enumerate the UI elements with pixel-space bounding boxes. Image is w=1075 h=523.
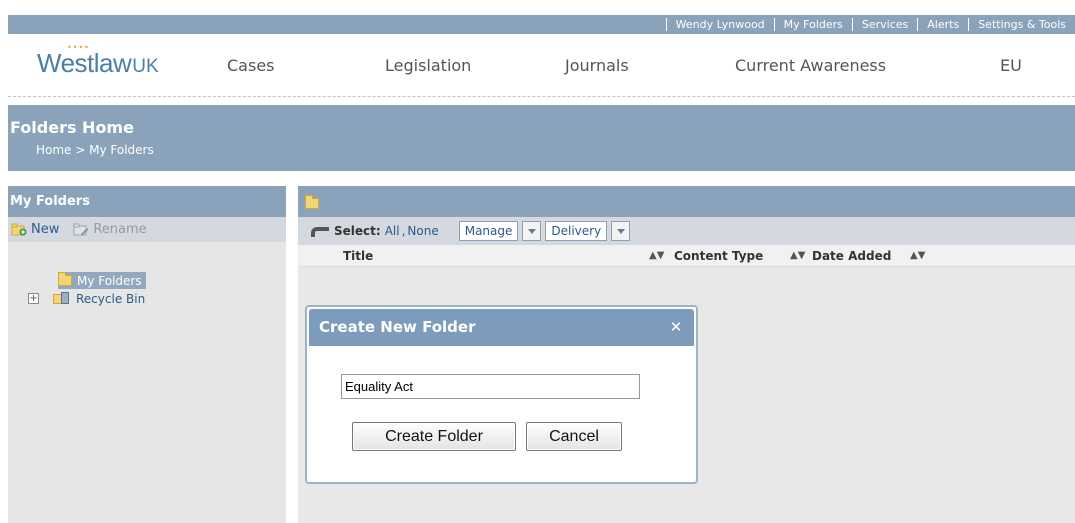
header: •••• Westlaw UK Cases Legislation Journa…: [8, 34, 1075, 97]
nav-journals[interactable]: Journals: [565, 34, 629, 97]
utility-link-settings[interactable]: Settings & Tools: [968, 18, 1075, 31]
select-label: Select:: [334, 224, 381, 238]
logo-suffix: UK: [132, 56, 159, 77]
column-title[interactable]: Title: [343, 245, 373, 267]
folder-name-input[interactable]: [341, 374, 640, 399]
column-date-added[interactable]: Date Added: [812, 245, 891, 267]
rename-label: Rename: [93, 222, 147, 237]
select-all-link[interactable]: All: [385, 224, 400, 238]
sidebar-toolbar: New Rename: [8, 217, 286, 242]
utility-link-my-folders[interactable]: My Folders: [773, 18, 852, 31]
rename-folder-icon: [73, 223, 89, 236]
sort-icon[interactable]: ▲▼: [790, 245, 805, 267]
tree-item-label: Recycle Bin: [76, 291, 146, 306]
chevron-down-icon[interactable]: [522, 221, 542, 241]
contents-header: [298, 186, 1075, 217]
chevron-down-icon[interactable]: [611, 221, 631, 241]
logo-dots: ••••: [67, 43, 90, 52]
new-folder-icon: [11, 223, 27, 236]
utility-link-alerts[interactable]: Alerts: [917, 18, 968, 31]
folder-icon: [58, 272, 72, 286]
sort-icon[interactable]: ▲▼: [649, 245, 664, 267]
new-folder-button[interactable]: New: [11, 222, 59, 237]
create-folder-button[interactable]: Create Folder: [352, 422, 516, 451]
selection-toolbar: Select: All , None Manage Delivery: [298, 217, 1075, 245]
page-title: Folders Home: [10, 118, 134, 137]
dialog-title: Create New Folder: [319, 318, 476, 336]
folder-icon: [305, 195, 319, 209]
manage-label[interactable]: Manage: [458, 221, 519, 241]
page-title-band: Folders Home Home > My Folders: [8, 105, 1075, 171]
nav-current-awareness[interactable]: Current Awareness: [735, 34, 886, 97]
expand-icon[interactable]: +: [28, 293, 39, 304]
breadcrumb[interactable]: Home > My Folders: [36, 143, 154, 157]
rename-folder-button[interactable]: Rename: [73, 222, 147, 237]
nav-eu[interactable]: EU: [1000, 34, 1022, 97]
new-label: New: [31, 222, 60, 237]
nav-cases[interactable]: Cases: [227, 34, 275, 97]
utility-link-services[interactable]: Services: [851, 18, 917, 31]
select-none-link[interactable]: None: [407, 224, 438, 238]
create-folder-dialog: Create New Folder ✕ Create Folder Cancel: [305, 305, 698, 484]
tree-item-recycle-bin[interactable]: + Recycle Bin: [28, 290, 145, 307]
logo-word: Westlaw: [37, 48, 132, 78]
folders-sidebar: My Folders New Rename My Folders + Recyc…: [8, 186, 286, 523]
close-icon[interactable]: ✕: [668, 319, 684, 335]
column-content-type[interactable]: Content Type: [674, 245, 763, 267]
nav-legislation[interactable]: Legislation: [385, 34, 471, 97]
utility-links: Wendy Lynwood My Folders Services Alerts…: [665, 15, 1075, 34]
sidebar-title: My Folders: [8, 186, 286, 217]
delivery-dropdown[interactable]: Delivery: [545, 221, 631, 241]
utility-link-user[interactable]: Wendy Lynwood: [665, 18, 774, 31]
manage-dropdown[interactable]: Manage: [458, 221, 542, 241]
tree-item-my-folders[interactable]: My Folders: [58, 272, 146, 289]
cancel-button[interactable]: Cancel: [526, 422, 622, 451]
utility-bar: Wendy Lynwood My Folders Services Alerts…: [8, 15, 1075, 34]
select-separator: ,: [401, 224, 406, 238]
recycle-bin-icon: [53, 292, 71, 305]
sort-icon[interactable]: ▲▼: [910, 245, 925, 267]
column-headers: Title ▲▼ Content Type ▲▼ Date Added ▲▼: [298, 245, 1075, 267]
westlaw-logo[interactable]: •••• Westlaw UK: [37, 43, 159, 82]
tree-item-label: My Folders: [77, 273, 142, 288]
dialog-header: Create New Folder ✕: [309, 309, 694, 346]
delivery-label[interactable]: Delivery: [545, 221, 608, 241]
select-arrow-icon: [308, 224, 329, 238]
